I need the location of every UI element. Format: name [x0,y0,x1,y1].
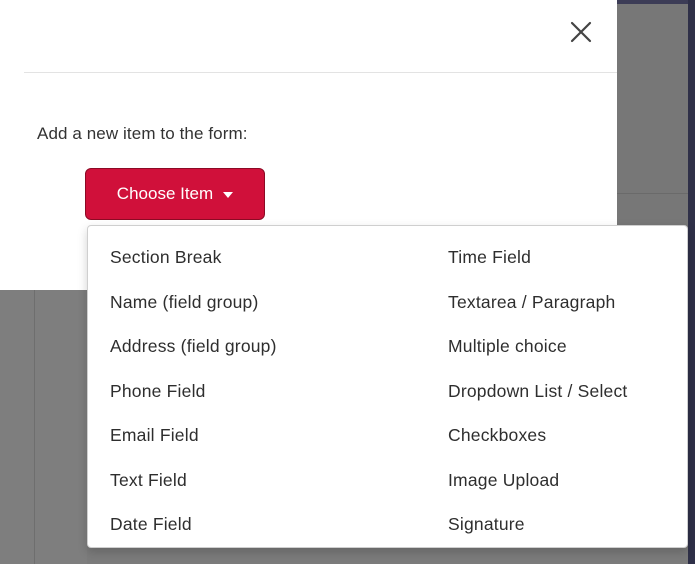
caret-down-icon [223,192,234,198]
item-type-dropdown: Section Break Name (field group) Address… [87,225,688,548]
choose-item-label: Choose Item [116,184,214,203]
choose-item-button[interactable]: Choose Item [85,168,265,220]
menu-item-dropdown-select[interactable]: Dropdown List / Select [448,369,628,414]
dropdown-column-left: Section Break Name (field group) Address… [110,235,277,547]
menu-item-phone-field[interactable]: Phone Field [110,369,277,414]
menu-item-multiple-choice[interactable]: Multiple choice [448,324,628,369]
add-item-prompt: Add a new item to the form: [37,124,248,143]
modal-header [0,0,617,72]
menu-item-email-field[interactable]: Email Field [110,413,277,458]
background-divider-left [34,290,35,564]
background-panel-left [0,290,87,564]
menu-item-section-break[interactable]: Section Break [110,235,277,280]
background-divider-right [617,193,695,194]
menu-item-time-field[interactable]: Time Field [448,235,628,280]
background-bottom-band [87,548,688,564]
menu-item-signature[interactable]: Signature [448,502,628,547]
header-divider [24,72,617,73]
menu-item-name-group[interactable]: Name (field group) [110,280,277,325]
dropdown-column-right: Time Field Textarea / Paragraph Multiple… [448,235,628,547]
menu-item-textarea[interactable]: Textarea / Paragraph [448,280,628,325]
menu-item-date-field[interactable]: Date Field [110,502,277,547]
menu-item-address-group[interactable]: Address (field group) [110,324,277,369]
menu-item-image-upload[interactable]: Image Upload [448,458,628,503]
menu-item-text-field[interactable]: Text Field [110,458,277,503]
menu-item-checkboxes[interactable]: Checkboxes [448,413,628,458]
close-button[interactable] [563,14,599,50]
close-icon [570,21,592,43]
background-edge-right [688,0,695,564]
